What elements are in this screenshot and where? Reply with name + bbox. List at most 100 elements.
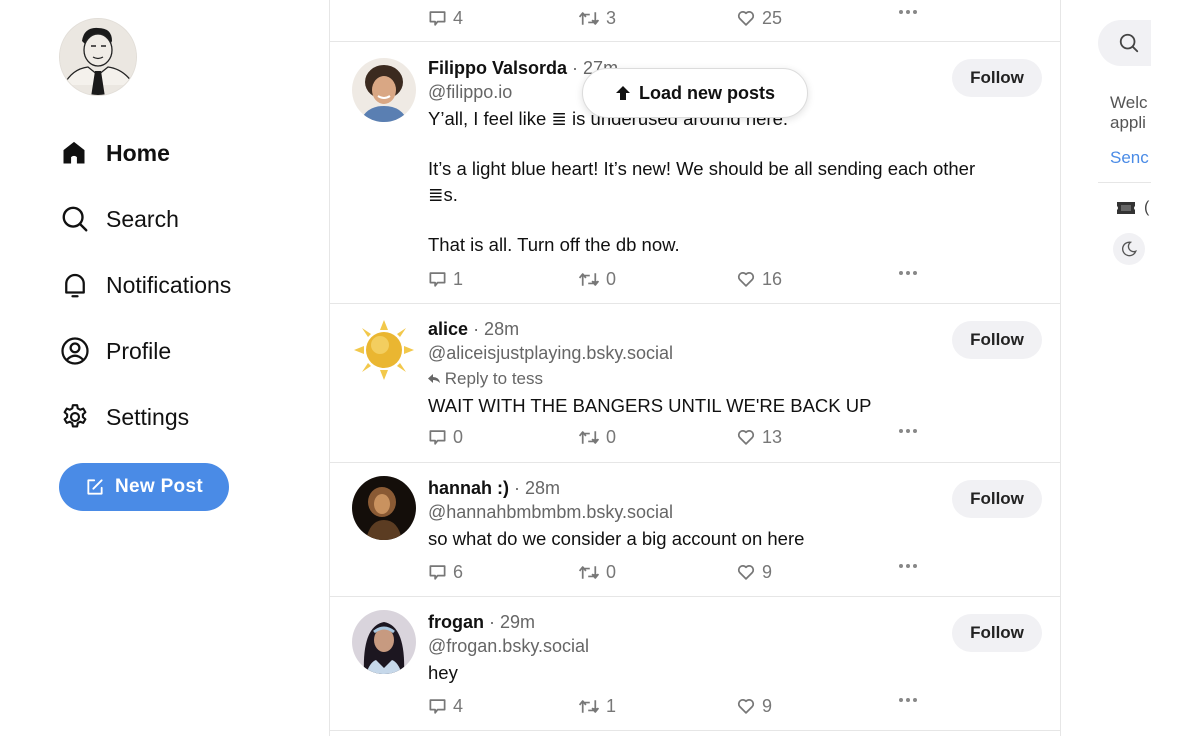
- reply-action[interactable]: 0: [428, 427, 463, 448]
- repost-icon: [578, 273, 600, 286]
- load-new-posts-button[interactable]: Load new posts: [582, 68, 808, 118]
- post-time[interactable]: · 29m: [489, 612, 535, 632]
- edit-icon: [87, 479, 103, 495]
- post-time[interactable]: · 28m: [514, 478, 560, 498]
- heart-icon: [737, 565, 755, 580]
- nav-item-home[interactable]: Home: [60, 120, 231, 186]
- reply-action[interactable]: 4: [428, 8, 463, 29]
- repost-icon: [578, 431, 600, 444]
- repost-action[interactable]: 1: [578, 696, 616, 717]
- reply-to-indicator[interactable]: Reply to tess: [428, 369, 543, 389]
- feed-post-partial[interactable]: 4 3 25: [330, 0, 1060, 42]
- new-post-button[interactable]: New Post: [59, 463, 229, 511]
- post-text-line: That is all. Turn off the db now.: [428, 234, 680, 255]
- new-post-label: New Post: [115, 476, 203, 497]
- repost-action[interactable]: 0: [578, 269, 616, 290]
- repost-action[interactable]: 3: [578, 8, 616, 29]
- author-name[interactable]: hannah :): [428, 478, 509, 498]
- welcome-line: appli: [1110, 113, 1146, 132]
- more-options-button[interactable]: [898, 427, 924, 435]
- reply-count: 4: [453, 8, 464, 28]
- heart-icon: [737, 699, 755, 714]
- reply-count: 0: [453, 427, 464, 447]
- repost-count: 0: [606, 562, 617, 582]
- like-action[interactable]: 16: [736, 269, 782, 290]
- author-handle[interactable]: @frogan.bsky.social: [428, 636, 589, 657]
- feed-post[interactable]: frogan · 29m @frogan.bsky.social hey Fol…: [330, 597, 1060, 731]
- reply-action[interactable]: 4: [428, 696, 463, 717]
- reply-icon: [429, 699, 446, 714]
- repost-action[interactable]: 0: [578, 562, 616, 583]
- repost-icon: [578, 566, 600, 579]
- author-name[interactable]: Filippo Valsorda: [428, 58, 567, 78]
- nav-item-profile[interactable]: Profile: [60, 318, 231, 384]
- reply-action[interactable]: 1: [428, 269, 463, 290]
- author-avatar[interactable]: [352, 610, 416, 674]
- post-actions: 4 3 25: [428, 8, 948, 32]
- like-count: 16: [762, 269, 783, 289]
- post-text: so what do we consider a big account on …: [428, 528, 805, 549]
- feed-post[interactable]: hannah :) · 28m @hannahbmbmbm.bsky.socia…: [330, 463, 1060, 597]
- nav-label: Search: [106, 205, 179, 232]
- repost-action[interactable]: 0: [578, 427, 616, 448]
- my-avatar[interactable]: [59, 18, 137, 96]
- post-time[interactable]: · 28m: [473, 319, 519, 339]
- post-actions: 6 0 9: [428, 562, 948, 586]
- like-action[interactable]: 13: [736, 427, 782, 448]
- post-text: hey: [428, 662, 458, 683]
- more-dots-icon: [899, 698, 917, 702]
- reply-count: 1: [453, 269, 464, 289]
- post-header: hannah :) · 28m: [428, 478, 560, 499]
- search-input[interactable]: [1098, 20, 1151, 66]
- follow-button[interactable]: Follow: [952, 321, 1042, 359]
- author-handle[interactable]: @filippo.io: [428, 82, 512, 103]
- repost-count: 1: [606, 696, 617, 716]
- theme-toggle-button[interactable]: [1113, 233, 1145, 265]
- author-handle[interactable]: @hannahbmbmbm.bsky.social: [428, 502, 673, 523]
- like-count: 9: [762, 696, 773, 716]
- post-actions: 4 1 9: [428, 696, 948, 720]
- avatar-photo: [352, 58, 416, 122]
- more-options-button[interactable]: [898, 562, 924, 570]
- post-text-line: It’s a light blue heart! It’s new! We sh…: [428, 158, 976, 179]
- follow-button[interactable]: Follow: [952, 480, 1042, 518]
- repost-count: 0: [606, 427, 617, 447]
- feed-post[interactable]: alice · 28m @aliceisjustplaying.bsky.soc…: [330, 304, 1060, 463]
- send-feedback-link[interactable]: Senc: [1110, 148, 1149, 168]
- post-text-blank: [428, 132, 1048, 156]
- left-sidebar: Home Search Notifications Profile Settin…: [0, 0, 329, 736]
- nav-item-search[interactable]: Search: [60, 186, 231, 252]
- moon-icon: [1122, 241, 1137, 257]
- more-options-button[interactable]: [898, 8, 924, 16]
- welcome-line: Welc: [1110, 93, 1148, 112]
- author-avatar[interactable]: [352, 58, 416, 122]
- author-avatar[interactable]: [352, 318, 416, 382]
- follow-button[interactable]: Follow: [952, 59, 1042, 97]
- feedback-item[interactable]: (: [1116, 199, 1149, 217]
- more-options-button[interactable]: [898, 269, 924, 277]
- reply-action[interactable]: 6: [428, 562, 463, 583]
- more-dots-icon: [899, 564, 917, 568]
- like-action[interactable]: 25: [736, 8, 782, 29]
- more-options-button[interactable]: [898, 696, 924, 704]
- nav-item-settings[interactable]: Settings: [60, 384, 231, 450]
- reply-count: 6: [453, 562, 464, 582]
- author-name[interactable]: frogan: [428, 612, 484, 632]
- welcome-text: Welc appli: [1110, 93, 1147, 133]
- author-name[interactable]: alice: [428, 319, 468, 339]
- follow-button[interactable]: Follow: [952, 614, 1042, 652]
- like-count: 25: [762, 8, 783, 28]
- like-action[interactable]: 9: [736, 562, 772, 583]
- repost-count: 3: [606, 8, 617, 28]
- like-action[interactable]: 9: [736, 696, 772, 717]
- post-text: Y’all, I feel like ≣ is underused around…: [428, 106, 1048, 258]
- author-avatar[interactable]: [352, 476, 416, 540]
- more-dots-icon: [899, 429, 917, 433]
- nav-item-notifications[interactable]: Notifications: [60, 252, 231, 318]
- post-text-blank: [428, 208, 1048, 232]
- author-handle[interactable]: @aliceisjustplaying.bsky.social: [428, 343, 673, 364]
- reply-arrow-icon: [428, 374, 440, 383]
- post-header: alice · 28m: [428, 319, 519, 340]
- reply-icon: [429, 430, 446, 445]
- home-icon: [60, 137, 92, 169]
